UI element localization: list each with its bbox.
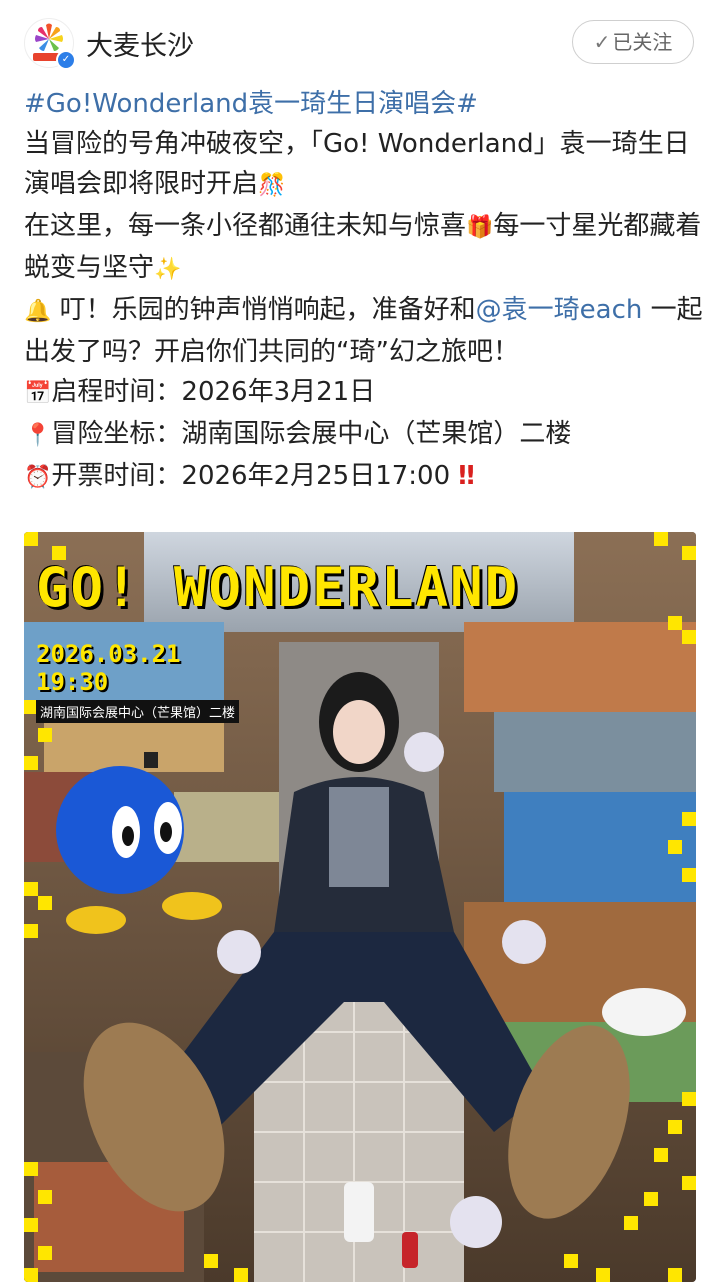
post-header: ✓ 大麦长沙 ✓ 已关注	[0, 0, 720, 86]
mention-link[interactable]: @袁一琦each	[476, 295, 643, 325]
post-line-2a: 在这里，每一条小径都通往未知与惊喜	[24, 211, 467, 241]
following-label: 已关注	[612, 30, 673, 54]
hashtag-link[interactable]: #Go!Wonderland袁一琦生日演唱会#	[24, 89, 478, 119]
start-label: 启程时间：	[51, 377, 182, 407]
venue-label: 冒险坐标：	[51, 419, 182, 449]
poster-venue: 湖南国际会展中心（芒果馆）二楼	[36, 700, 240, 723]
poster-time: 19:30	[36, 668, 109, 696]
alarm-clock-icon: ⏰	[24, 465, 52, 490]
event-poster-image[interactable]: GO! WONDERLAND 2026.03.21 19:30 湖南国际会展中心…	[24, 532, 696, 1282]
venue-value: 湖南国际会展中心（芒果馆）二楼	[181, 419, 572, 449]
double-exclamation-icon: ‼	[458, 461, 475, 491]
pushpin-icon: 📍	[24, 423, 52, 448]
post-line-1: 当冒险的号角冲破夜空，「Go! Wonderland」袁一琦生日演唱会即将限时开…	[24, 129, 690, 199]
sparkles-icon: ✨	[154, 257, 182, 282]
calendar-icon: 📅	[24, 381, 52, 406]
post-body: #Go!Wonderland袁一琦生日演唱会# 当冒险的号角冲破夜空，「Go! …	[24, 84, 704, 498]
gift-icon: 🎁	[466, 215, 494, 240]
party-popper-icon: 🎊	[258, 173, 286, 198]
ticket-value: 2026年2月25日17:00	[181, 461, 451, 491]
bell-icon: 🔔	[24, 299, 52, 324]
poster-title: GO! WONDERLAND	[36, 556, 520, 619]
account-name[interactable]: 大麦长沙	[86, 24, 194, 63]
ticket-label: 开票时间：	[51, 461, 182, 491]
start-value: 2026年3月21日	[181, 377, 376, 407]
check-icon: ✓	[593, 30, 611, 54]
post-line-3a: 叮！乐园的钟声悄悄响起，准备好和	[51, 295, 476, 325]
poster-date: 2026.03.21	[36, 640, 181, 668]
following-button[interactable]: ✓ 已关注	[572, 20, 694, 64]
verified-icon: ✓	[56, 50, 76, 70]
